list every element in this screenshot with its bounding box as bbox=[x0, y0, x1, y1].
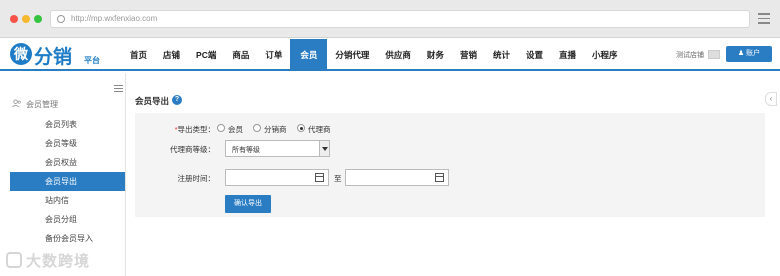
users-icon bbox=[12, 99, 21, 108]
nav-item-distribution[interactable]: 分销代理 bbox=[327, 39, 377, 71]
nav-item-products[interactable]: 商品 bbox=[224, 39, 257, 71]
main-content: 会员导出 ? *导出类型： 会员 分销商 代理商 代理商等级： 所有等级 注册时… bbox=[127, 73, 780, 276]
search-icon bbox=[57, 15, 65, 23]
browser-menu-icon[interactable] bbox=[758, 13, 770, 25]
maximize-window-button[interactable] bbox=[34, 15, 42, 23]
top-navigation: 微 分销 平台 首页 店铺 PC端 商品 订单 会员 分销代理 供应商 财务 营… bbox=[0, 39, 780, 71]
store-name[interactable]: 测试店铺 bbox=[676, 50, 704, 60]
confirm-export-button[interactable]: 确认导出 bbox=[225, 195, 271, 213]
radio-member-label: 会员 bbox=[228, 125, 243, 134]
register-end-date-input[interactable] bbox=[345, 169, 449, 186]
nav-item-home[interactable]: 首页 bbox=[122, 39, 155, 71]
sidebar-item-backup-import[interactable]: 备份会员导入 bbox=[10, 229, 125, 248]
date-range-separator: 至 bbox=[334, 174, 342, 183]
user-icon: ♟ bbox=[737, 50, 747, 57]
export-form: *导出类型： 会员 分销商 代理商 代理商等级： 所有等级 注册时间： 至 确认… bbox=[135, 113, 765, 217]
browser-chrome: http://mp.wxfenxiao.com bbox=[0, 0, 780, 38]
sidebar-item-member-benefits[interactable]: 会员权益 bbox=[10, 153, 125, 172]
radio-agent[interactable] bbox=[297, 124, 305, 132]
radio-agent-label: 代理商 bbox=[308, 125, 331, 134]
help-icon[interactable]: ? bbox=[172, 95, 182, 105]
watermark-logo-icon bbox=[6, 252, 22, 268]
sidebar-item-member-export[interactable]: 会员导出 bbox=[10, 172, 125, 191]
logo-main-text: 分销 bbox=[34, 47, 73, 68]
collapse-sidebar-icon[interactable] bbox=[114, 85, 123, 93]
radio-member[interactable] bbox=[217, 124, 225, 132]
logo-sub-text: 平台 bbox=[84, 56, 100, 65]
register-start-date-input[interactable] bbox=[225, 169, 329, 186]
nav-item-suppliers[interactable]: 供应商 bbox=[377, 39, 419, 71]
export-type-label: *导出类型： bbox=[174, 125, 215, 134]
account-button[interactable]: ♟ 账户 bbox=[726, 46, 772, 62]
page-title: 会员导出 bbox=[135, 96, 170, 106]
store-switch-icon[interactable] bbox=[708, 50, 720, 59]
sidebar: 会员管理 会员列表 会员等级 会员权益 会员导出 站内信 会员分组 备份会员导入 bbox=[0, 73, 126, 276]
sidebar-item-messages[interactable]: 站内信 bbox=[10, 191, 125, 210]
radio-distributor[interactable] bbox=[253, 124, 261, 132]
agent-level-label: 代理商等级： bbox=[170, 145, 215, 154]
url-text: http://mp.wxfenxiao.com bbox=[71, 14, 158, 23]
nav-item-pc[interactable]: PC端 bbox=[188, 39, 224, 71]
account-label: 账户 bbox=[746, 50, 761, 57]
watermark-text: 大数跨境 bbox=[26, 253, 91, 270]
nav-item-finance[interactable]: 财务 bbox=[419, 39, 452, 71]
radio-distributor-label: 分销商 bbox=[264, 125, 287, 134]
calendar-icon[interactable] bbox=[315, 173, 324, 182]
sidebar-item-member-list[interactable]: 会员列表 bbox=[10, 115, 125, 134]
minimize-window-button[interactable] bbox=[22, 15, 30, 23]
register-time-label: 注册时间： bbox=[177, 174, 216, 183]
agent-level-value: 所有等级 bbox=[232, 147, 260, 154]
nav-item-members[interactable]: 会员 bbox=[290, 39, 328, 71]
nav-menu: 首页 店铺 PC端 商品 订单 会员 分销代理 供应商 财务 营销 统计 设置 … bbox=[122, 39, 626, 71]
calendar-icon[interactable] bbox=[435, 173, 444, 182]
sidebar-group-members: 会员管理 bbox=[12, 99, 58, 110]
nav-item-settings[interactable]: 设置 bbox=[518, 39, 551, 71]
address-bar[interactable]: http://mp.wxfenxiao.com bbox=[50, 10, 750, 28]
chevron-down-icon bbox=[319, 141, 329, 156]
brand-logo[interactable]: 微 分销 平台 bbox=[10, 42, 110, 68]
nav-item-marketing[interactable]: 营销 bbox=[452, 39, 485, 71]
sidebar-item-member-level[interactable]: 会员等级 bbox=[10, 134, 125, 153]
nav-item-miniprogram[interactable]: 小程序 bbox=[584, 39, 626, 71]
nav-item-orders[interactable]: 订单 bbox=[257, 39, 290, 71]
sidebar-item-member-groups[interactable]: 会员分组 bbox=[10, 210, 125, 229]
agent-level-select[interactable]: 所有等级 bbox=[225, 140, 330, 157]
sidebar-group-label: 会员管理 bbox=[26, 100, 58, 109]
watermark: 大数跨境 bbox=[6, 250, 90, 271]
chevron-left-icon[interactable]: ‹ bbox=[765, 92, 777, 106]
logo-badge: 微 bbox=[10, 43, 32, 65]
nav-item-live[interactable]: 直播 bbox=[551, 39, 584, 71]
close-window-button[interactable] bbox=[10, 15, 18, 23]
nav-item-statistics[interactable]: 统计 bbox=[485, 39, 518, 71]
nav-item-store[interactable]: 店铺 bbox=[155, 39, 188, 71]
